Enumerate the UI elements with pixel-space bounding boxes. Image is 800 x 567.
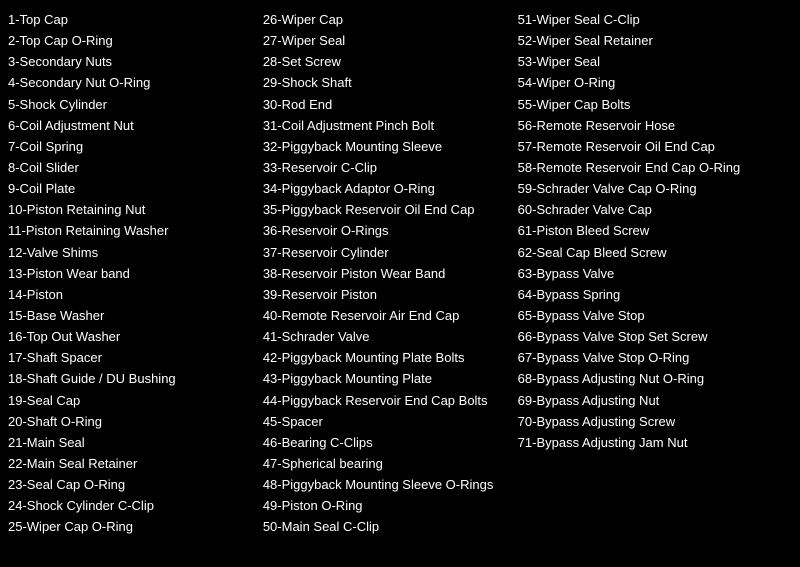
list-item: 33-Reservoir C-Clip — [263, 158, 514, 178]
list-item: 59-Schrader Valve Cap O-Ring — [518, 179, 792, 199]
list-item: 62-Seal Cap Bleed Screw — [518, 243, 792, 263]
list-item: 6-Coil Adjustment Nut — [8, 116, 259, 136]
parts-list: 1-Top Cap2-Top Cap O-Ring3-Secondary Nut… — [0, 0, 800, 567]
list-item: 35-Piggyback Reservoir Oil End Cap — [263, 200, 514, 220]
list-item: 40-Remote Reservoir Air End Cap — [263, 306, 514, 326]
list-item: 5-Shock Cylinder — [8, 95, 259, 115]
list-item: 68-Bypass Adjusting Nut O-Ring — [518, 369, 792, 389]
list-item: 1-Top Cap — [8, 10, 259, 30]
list-item: 64-Bypass Spring — [518, 285, 792, 305]
list-item: 17-Shaft Spacer — [8, 348, 259, 368]
list-item: 18-Shaft Guide / DU Bushing — [8, 369, 259, 389]
list-item: 50-Main Seal C-Clip — [263, 517, 514, 537]
parts-column-3: 51-Wiper Seal C-Clip52-Wiper Seal Retain… — [518, 10, 792, 557]
list-item: 26-Wiper Cap — [263, 10, 514, 30]
list-item: 51-Wiper Seal C-Clip — [518, 10, 792, 30]
list-item: 71-Bypass Adjusting Jam Nut — [518, 433, 792, 453]
list-item: 10-Piston Retaining Nut — [8, 200, 259, 220]
list-item: 23-Seal Cap O-Ring — [8, 475, 259, 495]
list-item: 14-Piston — [8, 285, 259, 305]
list-item: 55-Wiper Cap Bolts — [518, 95, 792, 115]
list-item: 31-Coil Adjustment Pinch Bolt — [263, 116, 514, 136]
list-item: 47-Spherical bearing — [263, 454, 514, 474]
list-item: 41-Schrader Valve — [263, 327, 514, 347]
list-item: 12-Valve Shims — [8, 243, 259, 263]
list-item: 67-Bypass Valve Stop O-Ring — [518, 348, 792, 368]
list-item: 28-Set Screw — [263, 52, 514, 72]
list-item: 8-Coil Slider — [8, 158, 259, 178]
list-item: 20-Shaft O-Ring — [8, 412, 259, 432]
list-item: 16-Top Out Washer — [8, 327, 259, 347]
list-item: 38-Reservoir Piston Wear Band — [263, 264, 514, 284]
list-item: 70-Bypass Adjusting Screw — [518, 412, 792, 432]
list-item: 66-Bypass Valve Stop Set Screw — [518, 327, 792, 347]
list-item: 29-Shock Shaft — [263, 73, 514, 93]
list-item: 34-Piggyback Adaptor O-Ring — [263, 179, 514, 199]
list-item: 52-Wiper Seal Retainer — [518, 31, 792, 51]
list-item: 49-Piston O-Ring — [263, 496, 514, 516]
list-item: 13-Piston Wear band — [8, 264, 259, 284]
list-item: 42-Piggyback Mounting Plate Bolts — [263, 348, 514, 368]
list-item: 7-Coil Spring — [8, 137, 259, 157]
list-item: 46-Bearing C-Clips — [263, 433, 514, 453]
list-item: 53-Wiper Seal — [518, 52, 792, 72]
list-item: 65-Bypass Valve Stop — [518, 306, 792, 326]
list-item: 54-Wiper O-Ring — [518, 73, 792, 93]
list-item: 25-Wiper Cap O-Ring — [8, 517, 259, 537]
list-item: 36-Reservoir O-Rings — [263, 221, 514, 241]
list-item: 11-Piston Retaining Washer — [8, 221, 259, 241]
list-item: 56-Remote Reservoir Hose — [518, 116, 792, 136]
list-item: 69-Bypass Adjusting Nut — [518, 391, 792, 411]
list-item: 27-Wiper Seal — [263, 31, 514, 51]
list-item: 2-Top Cap O-Ring — [8, 31, 259, 51]
list-item: 48-Piggyback Mounting Sleeve O-Rings — [263, 475, 514, 495]
list-item: 63-Bypass Valve — [518, 264, 792, 284]
list-item: 45-Spacer — [263, 412, 514, 432]
list-item: 58-Remote Reservoir End Cap O-Ring — [518, 158, 792, 178]
parts-column-1: 1-Top Cap2-Top Cap O-Ring3-Secondary Nut… — [8, 10, 263, 557]
list-item: 22-Main Seal Retainer — [8, 454, 259, 474]
list-item: 61-Piston Bleed Screw — [518, 221, 792, 241]
list-item: 60-Schrader Valve Cap — [518, 200, 792, 220]
list-item: 21-Main Seal — [8, 433, 259, 453]
list-item: 30-Rod End — [263, 95, 514, 115]
list-item: 37-Reservoir Cylinder — [263, 243, 514, 263]
list-item: 19-Seal Cap — [8, 391, 259, 411]
list-item: 57-Remote Reservoir Oil End Cap — [518, 137, 792, 157]
list-item: 44-Piggyback Reservoir End Cap Bolts — [263, 391, 514, 411]
list-item: 39-Reservoir Piston — [263, 285, 514, 305]
list-item: 32-Piggyback Mounting Sleeve — [263, 137, 514, 157]
list-item: 24-Shock Cylinder C-Clip — [8, 496, 259, 516]
parts-column-2: 26-Wiper Cap27-Wiper Seal28-Set Screw29-… — [263, 10, 518, 557]
list-item: 15-Base Washer — [8, 306, 259, 326]
list-item: 43-Piggyback Mounting Plate — [263, 369, 514, 389]
list-item: 9-Coil Plate — [8, 179, 259, 199]
list-item: 3-Secondary Nuts — [8, 52, 259, 72]
list-item: 4-Secondary Nut O-Ring — [8, 73, 259, 93]
